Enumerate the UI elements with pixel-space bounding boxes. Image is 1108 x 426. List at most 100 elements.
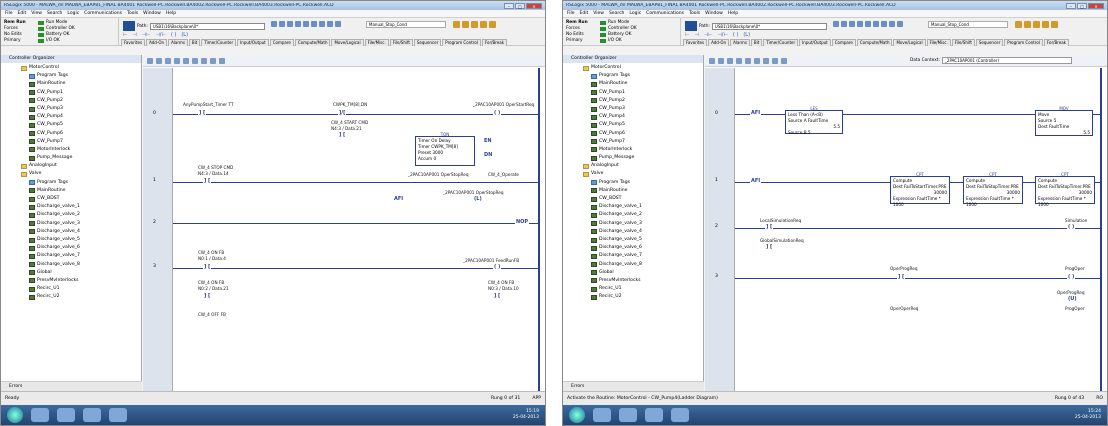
tree-node-cw-pump2[interactable]: CW_Pump2 bbox=[1, 97, 141, 105]
tree-node-discharge-valve-1[interactable]: Discharge_valve_1 bbox=[563, 203, 703, 211]
ie-taskbar-icon[interactable] bbox=[593, 408, 611, 422]
afi-instruction[interactable]: AFI bbox=[750, 110, 762, 116]
find-icon[interactable] bbox=[1024, 21, 1031, 28]
otl-icon[interactable]: (L) bbox=[743, 32, 750, 38]
tab-bit[interactable]: Bit bbox=[188, 39, 201, 46]
tab-sequencer[interactable]: Sequencer bbox=[413, 39, 442, 46]
copy-icon[interactable] bbox=[311, 21, 317, 27]
accept-edit-icon[interactable] bbox=[763, 57, 769, 64]
tree-node-cw-pump5[interactable]: CW_Pump5 bbox=[1, 121, 141, 129]
output-coil[interactable]: ( ) bbox=[1067, 274, 1076, 280]
tab-add-on[interactable]: Add-On bbox=[146, 39, 168, 46]
tab-alarms[interactable]: Alarms bbox=[168, 39, 188, 46]
xic-contact[interactable]: ] [ bbox=[203, 264, 212, 270]
copy-icon[interactable] bbox=[873, 21, 879, 27]
tree-node-cw-pump3[interactable]: CW_Pump3 bbox=[1, 105, 141, 113]
xio-icon[interactable]: ⊣/⊢ bbox=[717, 32, 727, 38]
cpt-block[interactable]: CPT Compute Dest FailToStartTimer.PRE 30… bbox=[890, 172, 950, 207]
xic-icon[interactable]: ⊣⊢ bbox=[704, 32, 713, 38]
tree-node-motorinterlock[interactable]: MotorInterlock bbox=[563, 146, 703, 154]
xio-contact[interactable]: ]/[ bbox=[338, 110, 347, 116]
tree-node-valve-program-tags[interactable]: Program Tags bbox=[1, 179, 141, 187]
ote-icon[interactable]: ( ) bbox=[171, 32, 177, 38]
tree-node-discharge-valve-4[interactable]: Discharge_valve_4 bbox=[563, 228, 703, 236]
coil-add-icon[interactable] bbox=[192, 57, 198, 64]
close-button[interactable]: ✕ bbox=[526, 2, 542, 9]
les-block[interactable]: LES Less Than (A<B) Source A FaultTime 5… bbox=[785, 106, 843, 135]
menu-logic[interactable]: Logic bbox=[67, 11, 79, 16]
verify-icon[interactable] bbox=[1015, 21, 1022, 28]
xic-contact[interactable]: ] [ bbox=[897, 274, 906, 280]
tree-node-discharge-valve-2[interactable]: Discharge_valve_2 bbox=[1, 211, 141, 219]
tree-node-discharge-valve-5[interactable]: Discharge_valve_5 bbox=[1, 236, 141, 244]
tab-for-break[interactable]: For/Break bbox=[1043, 39, 1070, 46]
zoom-in-icon[interactable] bbox=[480, 21, 487, 28]
menu-search[interactable]: Search bbox=[609, 11, 624, 16]
xio-icon[interactable]: ⊣/⊢ bbox=[155, 32, 165, 38]
xic-icon[interactable]: ⊣⊢ bbox=[142, 32, 151, 38]
start-button[interactable] bbox=[7, 407, 23, 423]
zoom-icon[interactable] bbox=[709, 57, 715, 64]
explorer-taskbar-icon[interactable] bbox=[57, 408, 75, 422]
close-button[interactable]: ✕ bbox=[1088, 2, 1104, 9]
search-combo[interactable]: Manual_Stop_Cond bbox=[366, 21, 446, 28]
cpt-block[interactable]: CPT Compute Dest FailToStopTimer.PRE 300… bbox=[963, 172, 1023, 207]
open-icon[interactable] bbox=[841, 21, 847, 27]
tree-node-discharge-valve-1[interactable]: Discharge_valve_1 bbox=[1, 203, 141, 211]
cut-icon[interactable] bbox=[303, 21, 309, 27]
xic-contact[interactable]: ] [ bbox=[765, 224, 774, 230]
tab-input-output[interactable]: Input/Output bbox=[799, 39, 831, 46]
tab-for-break[interactable]: For/Break bbox=[481, 39, 508, 46]
menu-communications[interactable]: Communications bbox=[646, 11, 684, 16]
contact-add-icon[interactable] bbox=[183, 57, 189, 64]
branch-contact[interactable]: ] [ bbox=[338, 132, 347, 138]
xic-contact[interactable]: ] [ bbox=[493, 293, 502, 299]
tab-file-shift[interactable]: File/Shift bbox=[389, 39, 413, 46]
tab-file-misc[interactable]: File/Misc. bbox=[926, 39, 951, 46]
tab-add-on[interactable]: Add-On bbox=[708, 39, 730, 46]
tree-node-discharge-valve-7[interactable]: Discharge_valve_7 bbox=[1, 252, 141, 260]
tree-node-discharge-valve-8[interactable]: Discharge_valve_8 bbox=[1, 261, 141, 269]
tree-node-recirc-u2[interactable]: Recirc_U2 bbox=[1, 293, 141, 301]
tree-node-global[interactable]: Global bbox=[1, 269, 141, 277]
coil-add-icon[interactable] bbox=[754, 57, 760, 64]
rslogix-taskbar-icon[interactable] bbox=[671, 408, 689, 422]
menu-search[interactable]: Search bbox=[47, 11, 62, 16]
menu-tools[interactable]: Tools bbox=[689, 11, 700, 16]
tree-node-motorcontrol[interactable]: MotorControl bbox=[1, 64, 141, 72]
afi-instruction[interactable]: AFI bbox=[393, 196, 405, 202]
menu-view[interactable]: View bbox=[593, 11, 604, 16]
save-icon[interactable] bbox=[849, 21, 855, 27]
tab-timer-counter[interactable]: Timer/Counter bbox=[201, 39, 237, 46]
tree-node-cw-pump6[interactable]: CW_Pump6 bbox=[1, 130, 141, 138]
output-coil[interactable]: ( ) bbox=[1067, 224, 1076, 230]
tree-node-cw-bdst[interactable]: CW_BDST bbox=[563, 195, 703, 203]
rung-add-icon[interactable] bbox=[165, 57, 171, 64]
latch-coil[interactable]: (L) bbox=[473, 196, 483, 202]
minimize-button[interactable]: – bbox=[1066, 2, 1076, 9]
tree-node-discharge-valve-8[interactable]: Discharge_valve_8 bbox=[563, 261, 703, 269]
xic-contact[interactable]: ] [ bbox=[203, 178, 212, 184]
tree-node-discharge-valve-4[interactable]: Discharge_valve_4 bbox=[1, 228, 141, 236]
cross-reference-icon[interactable] bbox=[471, 21, 478, 28]
cross-reference-icon[interactable] bbox=[1033, 21, 1040, 28]
mov-block[interactable]: MOV Move Source 5 Dest FaultTime 5.5 bbox=[1035, 106, 1093, 136]
tab-program-control[interactable]: Program Control bbox=[442, 39, 481, 46]
redo-icon[interactable] bbox=[897, 21, 903, 27]
tab-sequencer[interactable]: Sequencer bbox=[975, 39, 1004, 46]
menu-window[interactable]: Window bbox=[143, 11, 161, 16]
accept-edit-icon[interactable] bbox=[201, 57, 207, 64]
menu-edit[interactable]: Edit bbox=[18, 11, 27, 16]
tab-compute-math[interactable]: Compute/Math bbox=[294, 39, 331, 46]
test-edit-icon[interactable] bbox=[219, 57, 225, 64]
print-icon[interactable] bbox=[857, 21, 863, 27]
tree-node-discharge-valve-3[interactable]: Discharge_valve_3 bbox=[563, 220, 703, 228]
xic-contact[interactable]: ] [ bbox=[198, 110, 207, 116]
tree-node-global[interactable]: Global bbox=[563, 269, 703, 277]
tree-node-discharge-valve-3[interactable]: Discharge_valve_3 bbox=[1, 220, 141, 228]
menu-edit[interactable]: Edit bbox=[580, 11, 589, 16]
branch-add-icon[interactable] bbox=[174, 57, 180, 64]
tree-node-cw-pump3[interactable]: CW_Pump3 bbox=[563, 105, 703, 113]
branch-icon[interactable]: ⊣ bbox=[132, 32, 136, 38]
tree-node-cw-pump1[interactable]: CW_Pump1 bbox=[1, 89, 141, 97]
